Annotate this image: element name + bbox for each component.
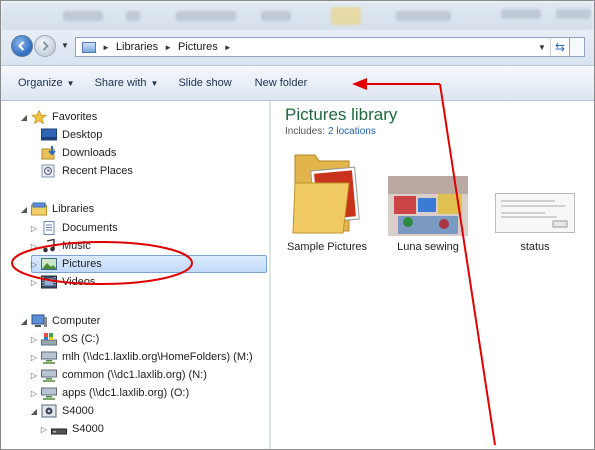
expand-arrow-icon[interactable]: ▷ xyxy=(29,353,39,362)
music-label: Music xyxy=(62,240,91,252)
expand-arrow-icon[interactable]: ◢ xyxy=(19,113,29,122)
recent-pages-dropdown[interactable]: ▼ xyxy=(61,41,69,50)
nav-downloads[interactable]: Downloads xyxy=(39,144,116,162)
expand-arrow-icon[interactable]: ▷ xyxy=(29,242,39,251)
s4000-label: S4000 xyxy=(62,405,94,417)
desktop-label: Desktop xyxy=(62,129,103,141)
blurred-toolbar xyxy=(1,1,594,31)
forward-button[interactable] xyxy=(34,35,56,57)
network-drive-icon xyxy=(41,369,57,382)
photo-thumbnail xyxy=(388,176,468,236)
os-drive-icon xyxy=(41,333,57,346)
videos-icon xyxy=(41,275,57,289)
recent-places-icon xyxy=(41,164,55,178)
nav-drive-m[interactable]: ▷ mlh (\\dc1.laxlib.org\HomeFolders) (M:… xyxy=(29,348,253,366)
folder-icon xyxy=(292,154,360,234)
nav-recent-places[interactable]: Recent Places xyxy=(39,162,133,180)
nav-pictures[interactable]: ▷ Pictures xyxy=(29,255,102,273)
address-bar[interactable]: ► Libraries ► Pictures ► ▼ ⇆ xyxy=(75,37,585,57)
nav-drive-o[interactable]: ▷ apps (\\dc1.laxlib.org) (O:) xyxy=(29,384,189,402)
nav-s4000[interactable]: ◢ S4000 xyxy=(29,402,94,420)
nav-s4000-child[interactable]: ▷ S4000 xyxy=(39,420,104,438)
locations-link[interactable]: 2 locations xyxy=(328,126,376,137)
nav-libraries[interactable]: ◢ Libraries xyxy=(19,200,94,218)
expand-arrow-icon[interactable]: ▷ xyxy=(29,335,39,344)
expand-arrow-icon[interactable]: ▷ xyxy=(39,425,49,434)
nav-computer[interactable]: ◢ Computer xyxy=(19,312,100,330)
nav-videos[interactable]: ▷ Videos xyxy=(29,273,95,291)
chevron-down-icon: ▼ xyxy=(150,79,159,88)
refresh-icon[interactable]: ⇆ xyxy=(550,38,569,56)
drive-c-label: OS (C:) xyxy=(62,333,100,345)
downloads-icon xyxy=(41,146,56,160)
search-box[interactable] xyxy=(569,38,584,56)
drive-n-label: common (\\dc1.laxlib.org) (N:) xyxy=(62,369,207,381)
includes-label: Includes: xyxy=(285,126,326,137)
nav-desktop[interactable]: Desktop xyxy=(39,126,102,144)
expand-arrow-icon[interactable]: ◢ xyxy=(19,205,29,214)
computer-label: Computer xyxy=(52,315,101,327)
page-title: Pictures library xyxy=(285,105,398,124)
downloads-label: Downloads xyxy=(62,147,117,159)
luna-sewing-label: Luna sewing xyxy=(397,241,459,253)
expand-arrow-icon[interactable]: ◢ xyxy=(29,407,39,416)
breadcrumb-libraries[interactable]: Libraries xyxy=(116,41,158,53)
breadcrumb-pictures[interactable]: Pictures xyxy=(178,41,218,53)
slide-show-button[interactable]: Slide show xyxy=(178,77,231,89)
back-button[interactable] xyxy=(11,35,33,57)
expand-arrow-icon[interactable]: ▷ xyxy=(29,389,39,398)
drive-icon xyxy=(51,428,67,435)
libraries-icon xyxy=(31,202,47,216)
music-icon xyxy=(43,239,55,253)
organize-label: Organize xyxy=(18,77,63,89)
recent-places-label: Recent Places xyxy=(62,165,133,177)
nav-music[interactable]: ▷ Music xyxy=(29,237,91,255)
desktop-icon xyxy=(41,128,57,141)
breadcrumb-separator[interactable]: ► xyxy=(224,43,232,52)
expand-arrow-icon[interactable]: ▷ xyxy=(29,224,39,233)
computer-icon xyxy=(31,314,47,327)
status-label: status xyxy=(520,241,550,253)
nav-documents[interactable]: ▷ Documents xyxy=(29,219,118,237)
drive-o-label: apps (\\dc1.laxlib.org) (O:) xyxy=(62,387,190,399)
content-pane: Pictures library Includes: 2 locations Sa… xyxy=(271,101,594,449)
network-drive-icon xyxy=(41,387,57,400)
pictures-icon xyxy=(41,258,57,270)
address-dropdown[interactable]: ▼ xyxy=(534,43,550,52)
back-arrow-icon xyxy=(18,41,25,51)
expand-arrow-icon[interactable]: ▷ xyxy=(29,278,39,287)
device-icon xyxy=(41,404,57,418)
nav-favorites[interactable]: ◢ Favorites xyxy=(19,108,97,126)
command-bar: Organize ▼ Share with ▼ Slide show New fol… xyxy=(1,66,594,101)
network-drive-icon xyxy=(41,351,57,364)
s4000-child-label: S4000 xyxy=(72,423,104,435)
explorer-window: ▼ ► Libraries ► Pictures ► ▼ ⇆ Organize ▼… xyxy=(0,0,595,450)
documents-icon xyxy=(43,221,55,235)
documents-label: Documents xyxy=(62,222,118,234)
share-with-label: Share with xyxy=(94,77,147,89)
address-row: ▼ ► Libraries ► Pictures ► ▼ ⇆ xyxy=(1,31,594,66)
expand-arrow-icon[interactable]: ▷ xyxy=(29,371,39,380)
includes-line: Includes: 2 locations xyxy=(285,126,376,137)
pictures-label: Pictures xyxy=(62,258,102,270)
sample-pictures-label: Sample Pictures xyxy=(286,241,368,253)
breadcrumb-separator[interactable]: ► xyxy=(164,43,172,52)
nav-drive-n[interactable]: ▷ common (\\dc1.laxlib.org) (N:) xyxy=(29,366,207,384)
share-with-menu[interactable]: Share with ▼ xyxy=(95,77,159,89)
drive-m-label: mlh (\\dc1.laxlib.org\HomeFolders) (M:) xyxy=(62,351,253,363)
chevron-down-icon: ▼ xyxy=(66,79,75,88)
library-icon xyxy=(82,41,96,53)
breadcrumb-separator[interactable]: ► xyxy=(102,43,110,52)
videos-label: Videos xyxy=(62,276,96,288)
organize-menu[interactable]: Organize ▼ xyxy=(18,77,75,89)
star-icon xyxy=(31,110,47,124)
new-folder-button[interactable]: New folder xyxy=(255,77,308,89)
libraries-label: Libraries xyxy=(52,203,95,215)
expand-arrow-icon[interactable]: ▷ xyxy=(29,260,39,269)
nav-drive-c[interactable]: ▷ OS (C:) xyxy=(29,330,99,348)
screenshot-thumbnail xyxy=(495,193,575,233)
forward-arrow-icon xyxy=(42,41,49,51)
favorites-label: Favorites xyxy=(52,111,98,123)
expand-arrow-icon[interactable]: ◢ xyxy=(19,317,29,326)
